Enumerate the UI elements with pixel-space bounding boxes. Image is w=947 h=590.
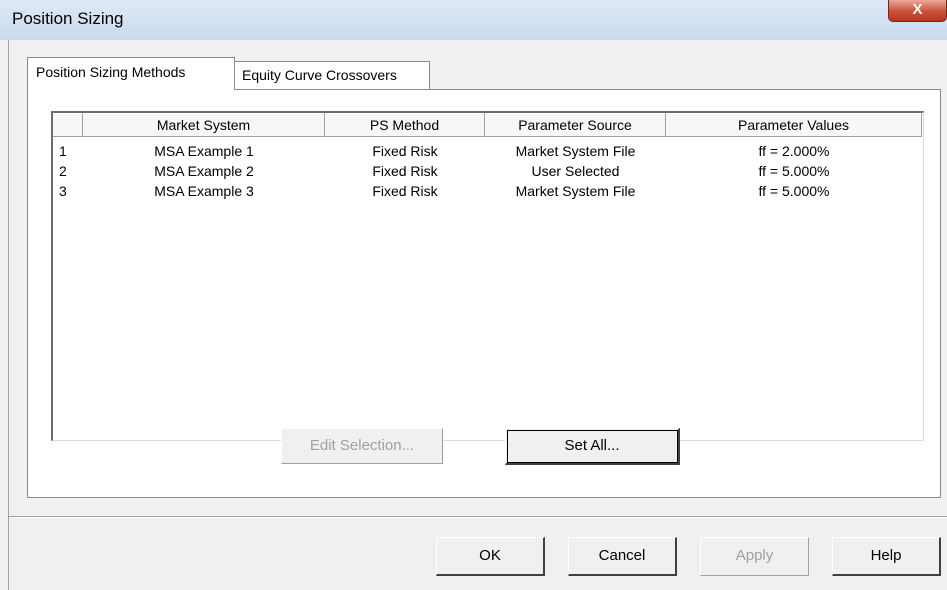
tab-panel: Market System PS Method Parameter Source… [27,89,941,498]
table-row[interactable]: 1 MSA Example 1 Fixed Risk Market System… [53,141,922,161]
parameter-values-cell: ff = 2.000% [758,143,830,159]
parameter-values-cell: ff = 5.000% [758,183,830,199]
help-button[interactable]: Help [832,537,941,576]
column-header-ps-method[interactable]: PS Method [325,113,485,137]
edit-selection-button[interactable]: Edit Selection... [281,428,443,464]
parameter-values-cell: ff = 5.000% [758,163,830,179]
set-all-button[interactable]: Set All... [505,428,680,465]
tab-position-sizing-methods[interactable]: Position Sizing Methods [27,57,235,90]
column-header-number[interactable] [53,113,83,137]
market-system-cell: MSA Example 2 [154,163,254,179]
row-number: 1 [59,143,67,159]
ok-button[interactable]: OK [436,537,545,576]
market-system-cell: MSA Example 1 [154,143,254,159]
title-bar: Position Sizing X [0,0,947,40]
column-header-parameter-values[interactable]: Parameter Values [666,113,922,137]
ps-method-cell: Fixed Risk [372,163,438,179]
table-row[interactable]: 3 MSA Example 3 Fixed Risk Market System… [53,181,922,201]
row-number: 2 [59,163,67,179]
column-header-parameter-source[interactable]: Parameter Source [485,113,666,137]
row-number: 3 [59,183,67,199]
apply-button[interactable]: Apply [700,537,809,576]
parameter-source-cell: Market System File [515,183,636,199]
close-button[interactable]: X [888,0,947,22]
cancel-button[interactable]: Cancel [568,537,677,576]
tab-equity-curve-crossovers[interactable]: Equity Curve Crossovers [233,61,430,90]
parameter-source-cell: Market System File [515,143,636,159]
table-row[interactable]: 2 MSA Example 2 Fixed Risk User Selected… [53,161,922,181]
window-title: Position Sizing [12,9,124,28]
divider [9,516,947,518]
market-system-cell: MSA Example 3 [154,183,254,199]
ps-method-cell: Fixed Risk [372,183,438,199]
column-header-market-system[interactable]: Market System [83,113,325,137]
parameter-source-cell: User Selected [531,163,620,179]
ps-method-cell: Fixed Risk [372,143,438,159]
close-icon: X [912,1,923,18]
market-system-list[interactable]: Market System PS Method Parameter Source… [51,111,924,441]
dialog-body: Position Sizing Methods Equity Curve Cro… [8,40,947,590]
